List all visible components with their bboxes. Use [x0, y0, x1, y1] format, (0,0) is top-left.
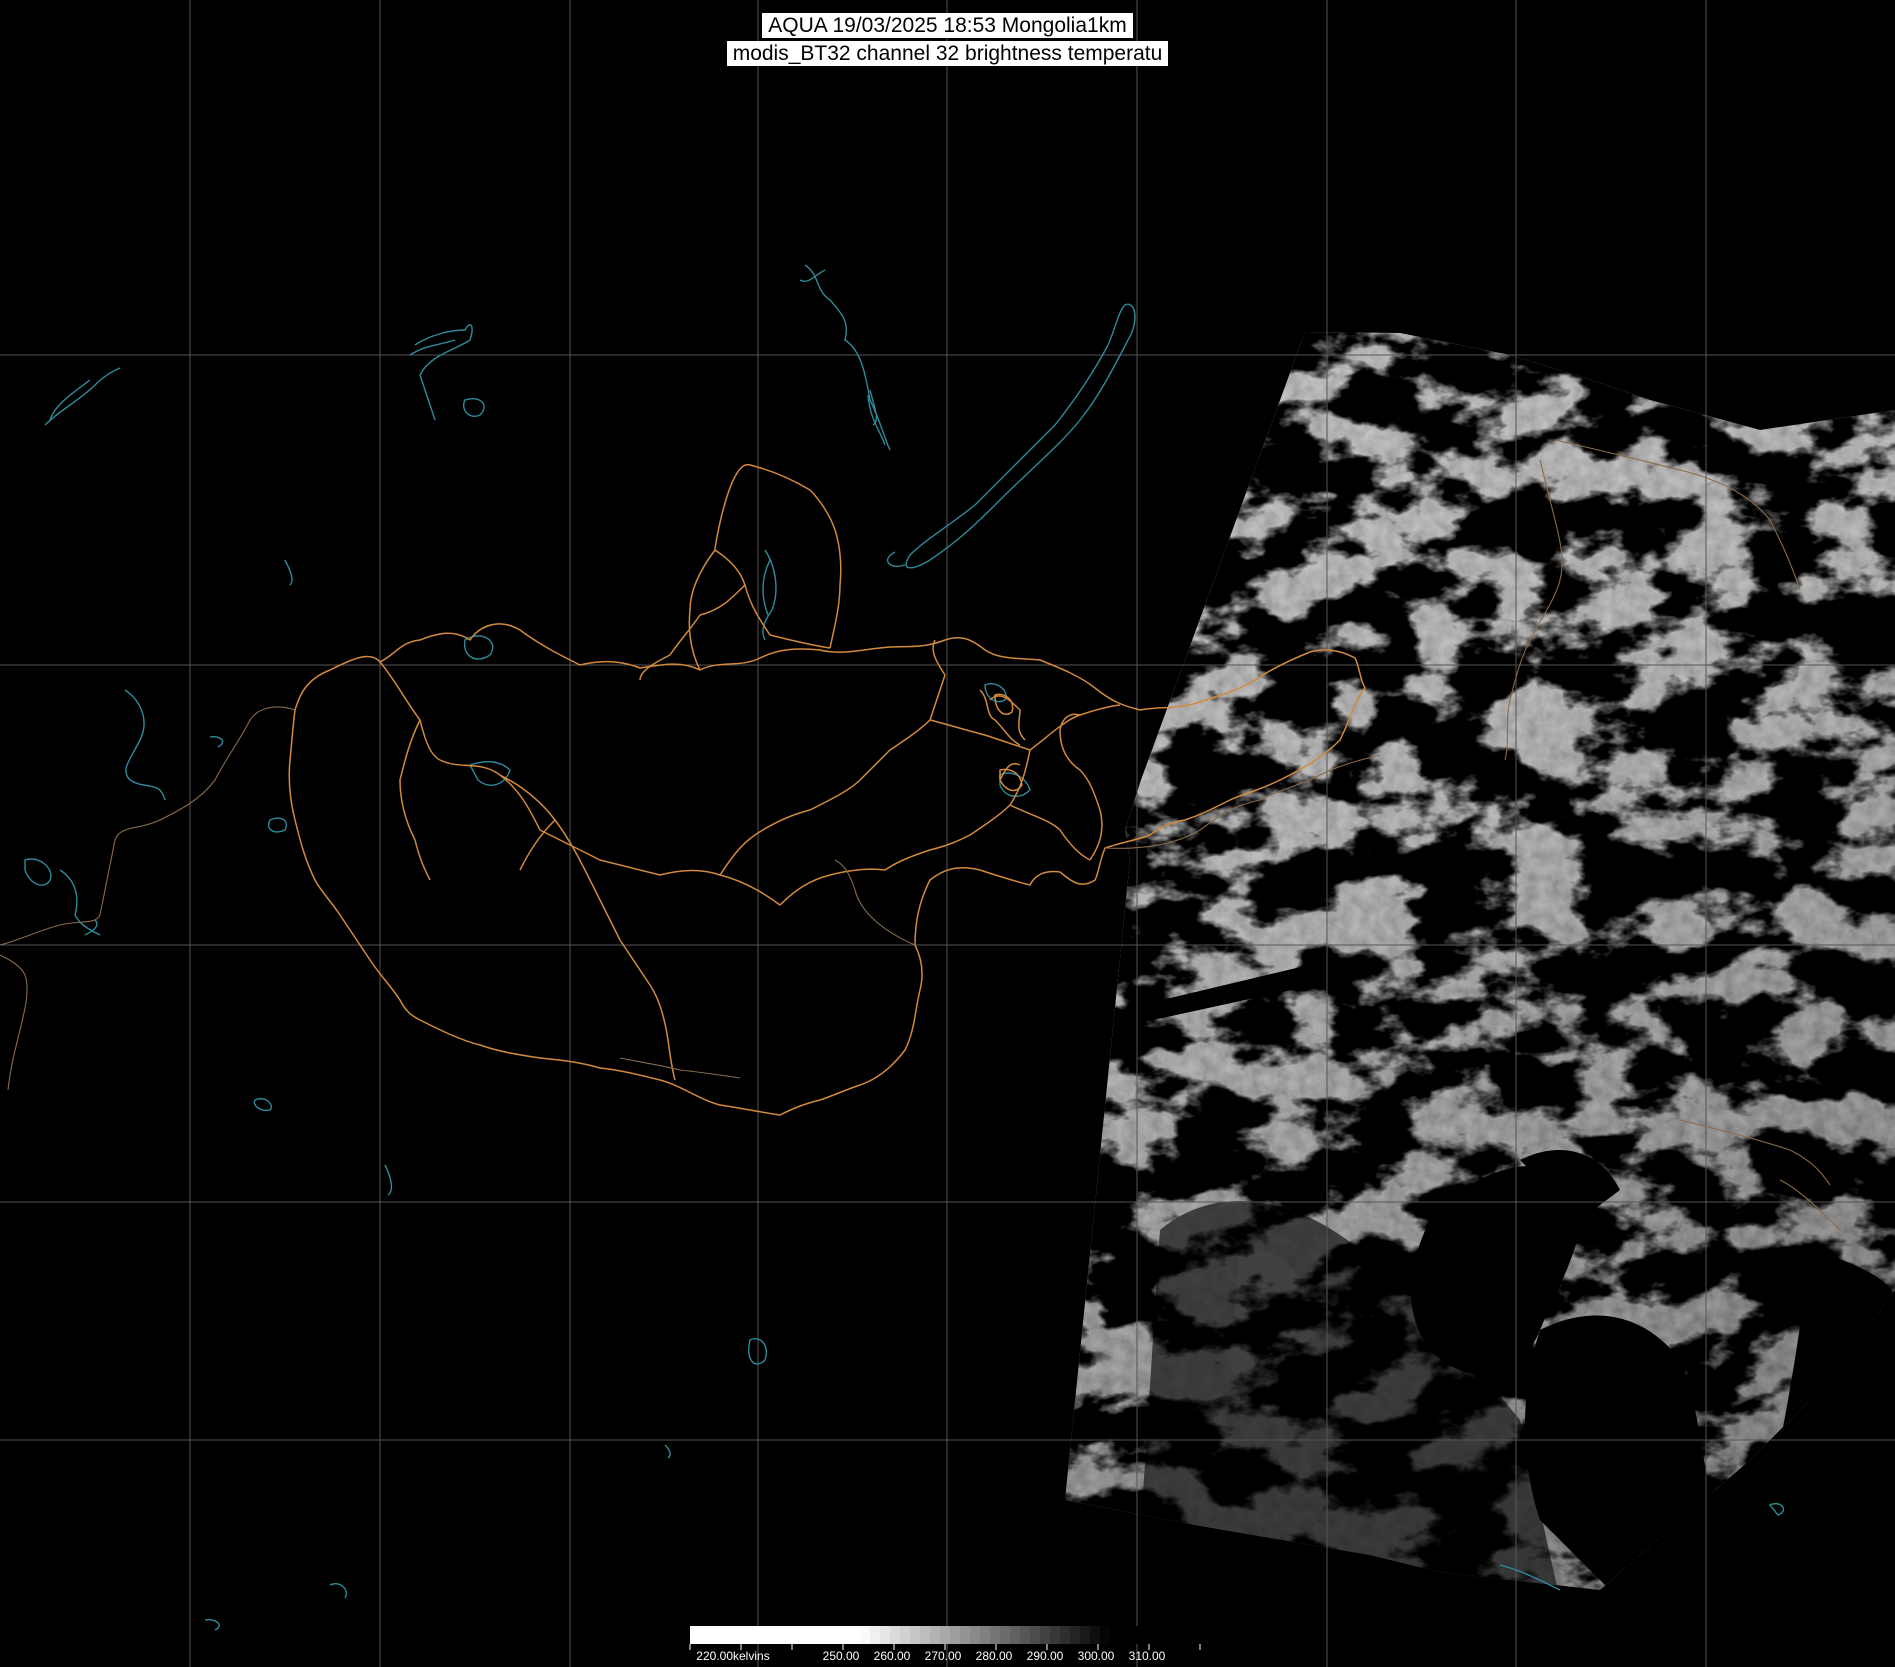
colorbar-tick-label: 290.00 — [1026, 1649, 1064, 1663]
colorbar-tick-label: 310.00 — [1128, 1649, 1166, 1663]
colorbar-tick-label: 270.00 — [924, 1649, 962, 1663]
colorbar-tick-label: 260.00 — [873, 1649, 911, 1663]
colorbar-tick-label: 300.00 — [1077, 1649, 1115, 1663]
colorbar-tick-label: 250.00 — [822, 1649, 860, 1663]
satellite-map — [0, 0, 1895, 1667]
colorbar-tick-label: 280.00 — [975, 1649, 1013, 1663]
colorbar-unit-label: 220.00kelvins — [696, 1649, 770, 1663]
colorbar: 220.00kelvins 250.00 260.00 270.00 280.0… — [690, 1625, 1200, 1667]
